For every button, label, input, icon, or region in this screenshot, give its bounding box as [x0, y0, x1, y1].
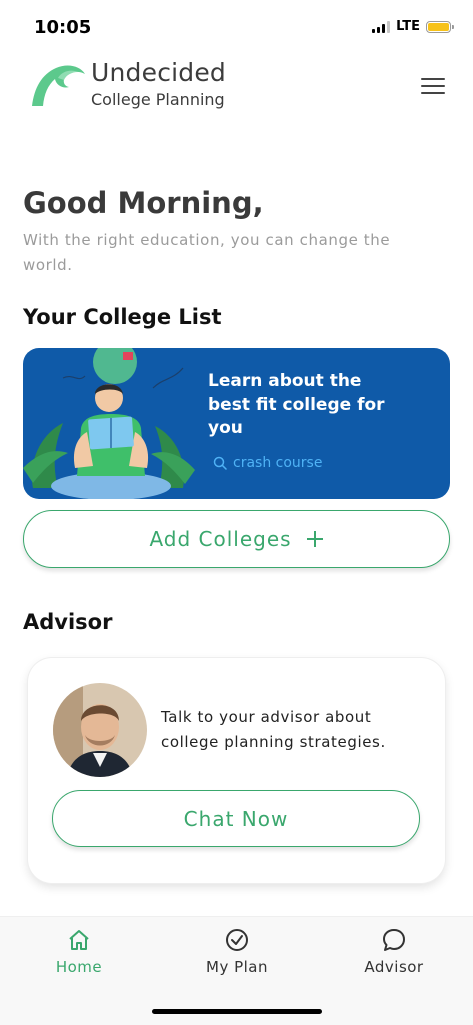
home-indicator [152, 1009, 322, 1014]
brand-title: Undecided [91, 58, 226, 87]
check-circle-icon [224, 927, 250, 953]
home-icon [66, 927, 92, 953]
tab-home[interactable]: Home [0, 917, 158, 987]
advisor-card: Talk to your advisor about college plann… [28, 658, 445, 883]
greeting-subtitle: With the right education, you can change… [23, 228, 423, 278]
promo-headline: Learn about the best fit college for you [208, 370, 398, 441]
battery-icon [426, 21, 451, 33]
tab-advisor[interactable]: Advisor [315, 917, 473, 987]
signal-icon [372, 21, 390, 33]
brand-subtitle: College Planning [91, 90, 225, 109]
tab-my-plan[interactable]: My Plan [158, 917, 316, 987]
chat-bubble-icon [381, 927, 407, 953]
crash-course-label: crash course [233, 455, 322, 471]
advisor-section-title: Advisor [23, 610, 112, 634]
crash-course-promo-card[interactable]: Learn about the best fit college for you… [23, 348, 450, 499]
search-icon [213, 456, 227, 470]
network-label: LTE [396, 19, 420, 34]
student-reading-illustration [23, 348, 198, 499]
hamburger-menu-icon[interactable] [421, 78, 445, 96]
status-bar: 10:05 LTE [0, 0, 473, 56]
advisor-message: Talk to your advisor about college plann… [161, 705, 431, 755]
status-time: 10:05 [34, 17, 91, 38]
tab-home-label: Home [0, 958, 158, 976]
add-colleges-button[interactable]: Add Colleges [23, 510, 450, 568]
tab-advisor-label: Advisor [315, 958, 473, 976]
greeting-title: Good Morning, [23, 186, 264, 220]
chat-now-button[interactable]: Chat Now [52, 790, 420, 847]
status-indicators: LTE [372, 19, 451, 34]
add-colleges-label: Add Colleges [149, 527, 291, 551]
plus-icon [306, 530, 324, 548]
advisor-avatar [53, 683, 147, 777]
chat-now-label: Chat Now [184, 807, 289, 831]
wave-logo-icon [28, 58, 88, 110]
tab-my-plan-label: My Plan [158, 958, 316, 976]
college-list-title: Your College List [23, 305, 222, 329]
crash-course-link[interactable]: crash course [213, 455, 322, 471]
